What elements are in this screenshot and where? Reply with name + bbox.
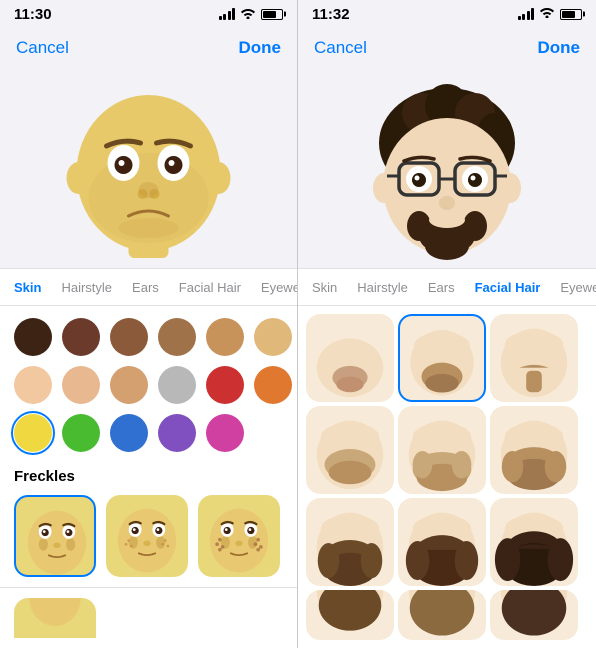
color-swatch-12[interactable] [254, 366, 292, 404]
partial-item-1[interactable] [14, 598, 96, 638]
fh-item-5[interactable] [398, 406, 486, 494]
freckle-item-1[interactable] [14, 495, 96, 577]
partial-row [0, 587, 297, 648]
fh-face-1 [306, 314, 394, 402]
fh-face-5 [398, 406, 486, 494]
tab-eyewear-left[interactable]: Eyewear [255, 276, 297, 299]
left-memoji-preview [0, 68, 297, 268]
color-swatch-15[interactable] [110, 414, 148, 452]
freckle-face-2 [106, 495, 188, 577]
freckle-face-3 [198, 495, 280, 577]
right-battery-icon [560, 9, 582, 20]
fh-item-7[interactable] [306, 498, 394, 586]
color-swatch-6[interactable] [254, 318, 292, 356]
right-panel: 11:32 Cancel Done [298, 0, 596, 648]
right-tab-skin[interactable]: Skin [306, 276, 343, 299]
fh-face-3 [490, 314, 578, 402]
color-swatch-2[interactable] [62, 318, 100, 356]
right-memoji-face [298, 68, 596, 268]
color-swatch-10[interactable] [158, 366, 196, 404]
fh-face-12 [490, 590, 578, 640]
right-status-icons [518, 5, 583, 23]
left-memoji-face [0, 68, 297, 268]
right-memoji-preview [298, 68, 596, 268]
battery-icon [261, 9, 283, 20]
color-grid [14, 318, 283, 452]
color-swatch-16[interactable] [158, 414, 196, 452]
color-swatch-4[interactable] [158, 318, 196, 356]
left-category-tabs: Skin Hairstyle Ears Facial Hair Eyewear [0, 268, 297, 306]
fh-row-2 [306, 406, 588, 494]
color-swatch-3[interactable] [110, 318, 148, 356]
fh-face-6 [490, 406, 578, 494]
freckle-face-1 [16, 497, 96, 577]
right-tab-eyewear[interactable]: Eyewear [554, 276, 596, 299]
right-tab-facial-hair[interactable]: Facial Hair [469, 276, 547, 299]
color-swatch-9[interactable] [110, 366, 148, 404]
fh-face-7 [306, 498, 394, 586]
right-category-tabs: Skin Hairstyle Ears Facial Hair Eyewear [298, 268, 596, 306]
fh-item-8[interactable] [398, 498, 486, 586]
color-swatch-14[interactable] [62, 414, 100, 452]
color-swatch-5[interactable] [206, 318, 244, 356]
left-panel: 11:30 Cancel Done [0, 0, 298, 648]
color-swatch-7[interactable] [14, 366, 52, 404]
color-swatch-17[interactable] [206, 414, 244, 452]
color-swatch-11[interactable] [206, 366, 244, 404]
right-signal-icon [518, 8, 535, 20]
fh-row-1 [306, 314, 588, 402]
signal-icon [219, 8, 236, 20]
facial-hair-grid [298, 306, 596, 648]
right-nav-bar: Cancel Done [298, 28, 596, 68]
fh-item-3[interactable] [490, 314, 578, 402]
fh-item-6[interactable] [490, 406, 578, 494]
right-status-bar: 11:32 [298, 0, 596, 28]
color-swatch-13[interactable] [14, 414, 52, 452]
right-done-button[interactable]: Done [538, 38, 581, 58]
color-swatch-1[interactable] [14, 318, 52, 356]
left-time: 11:30 [14, 6, 52, 23]
fh-item-9[interactable] [490, 498, 578, 586]
freckles-label: Freckles [14, 468, 283, 485]
right-wifi-icon [539, 5, 555, 23]
fh-item-11[interactable] [398, 590, 486, 640]
fh-item-10[interactable] [306, 590, 394, 640]
fh-row-3 [306, 498, 588, 586]
left-cancel-button[interactable]: Cancel [16, 38, 69, 58]
right-cancel-button[interactable]: Cancel [314, 38, 367, 58]
tab-facial-hair-left[interactable]: Facial Hair [173, 276, 247, 299]
right-time: 11:32 [312, 6, 350, 23]
freckles-section: Freckles [0, 458, 297, 587]
freckle-item-3[interactable] [198, 495, 280, 577]
fh-item-12[interactable] [490, 590, 578, 640]
fh-face-2 [400, 314, 484, 402]
fh-item-1[interactable] [306, 314, 394, 402]
fh-face-8 [398, 498, 486, 586]
freckle-item-2[interactable] [106, 495, 188, 577]
freckles-grid [14, 495, 283, 577]
left-nav-bar: Cancel Done [0, 28, 297, 68]
color-section [0, 306, 297, 458]
tab-hairstyle[interactable]: Hairstyle [55, 276, 118, 299]
right-tab-hairstyle[interactable]: Hairstyle [351, 276, 414, 299]
tab-skin[interactable]: Skin [8, 276, 47, 299]
color-swatch-8[interactable] [62, 366, 100, 404]
left-status-icons [219, 7, 284, 22]
fh-item-4[interactable] [306, 406, 394, 494]
partial-face [14, 598, 96, 638]
right-tab-ears[interactable]: Ears [422, 276, 461, 299]
fh-face-10 [306, 590, 394, 640]
left-status-bar: 11:30 [0, 0, 297, 28]
wifi-icon [240, 7, 256, 22]
fh-face-9 [490, 498, 578, 586]
fh-face-4 [306, 406, 394, 494]
fh-face-11 [398, 590, 486, 640]
tab-ears-left[interactable]: Ears [126, 276, 165, 299]
left-done-button[interactable]: Done [239, 38, 282, 58]
fh-row-4 [306, 590, 588, 640]
fh-item-2[interactable] [398, 314, 486, 402]
